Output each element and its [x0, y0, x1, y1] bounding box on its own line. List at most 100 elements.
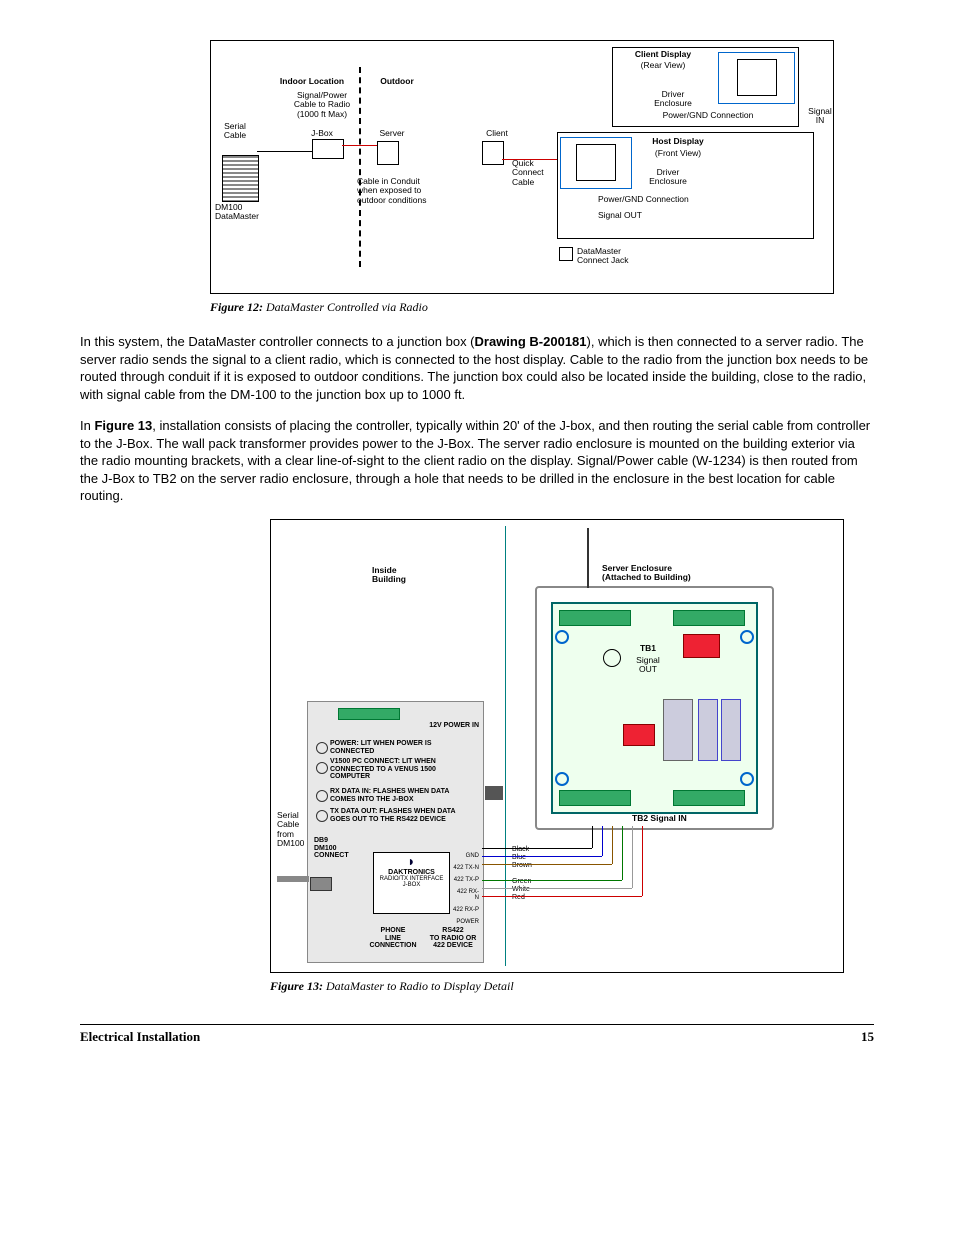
host-display-front: (Front View)	[638, 149, 718, 158]
wire-gnd: GND	[466, 853, 479, 859]
paragraph-2: In Figure 13, installation consists of p…	[80, 417, 874, 505]
daktronics-name: DAKTRONICS	[374, 869, 449, 876]
led-tx-label: TX DATA OUT: FLASHES WHEN DATA GOES OUT …	[330, 808, 475, 823]
rs422-label: RS422 TO RADIO OR 422 DEVICE	[423, 927, 483, 950]
host-driver-enclosure-label: Driver Enclosure	[638, 168, 698, 187]
client-display-rear: (Rear View)	[623, 61, 703, 70]
chip-blue-2	[721, 699, 741, 761]
figure-12-caption: Figure 12: DataMaster Controlled via Rad…	[210, 300, 834, 315]
client-power-gnd-label: Power/GND Connection	[623, 111, 793, 120]
server-label: Server	[372, 129, 412, 138]
line-jbox-server	[342, 145, 377, 146]
page-footer: Electrical Installation 15	[80, 1029, 874, 1045]
tb1-srv-label: TB1	[623, 644, 673, 653]
hole-1	[555, 630, 569, 644]
hole-4	[740, 772, 754, 786]
led-tx-icon	[316, 810, 328, 822]
wire-422rxp: 422 RX-P	[453, 907, 479, 913]
signal-out-srv-label: Signal OUT	[623, 656, 673, 675]
client-driver-enclosure-box	[718, 52, 795, 104]
tb-bottom-left	[559, 790, 631, 806]
jbox-label: J-Box	[307, 129, 337, 138]
wire-line-4	[482, 880, 622, 881]
dm100-device-icon	[222, 155, 259, 202]
chip-red-2	[623, 724, 655, 746]
host-display-title: Host Display	[638, 137, 718, 146]
db9-label: DB9 DM100 CONNECT	[314, 837, 374, 860]
signal-in-label: Signal IN	[800, 107, 840, 126]
hole-3	[555, 772, 569, 786]
wire-422txp: 422 TX-P	[454, 877, 479, 883]
jbox-small-label: J-BOX	[374, 882, 449, 888]
server-enclosure-label: Server Enclosure (Attached to Building)	[602, 564, 752, 583]
figure-13-caption: Figure 13: DataMaster to Radio to Displa…	[270, 979, 844, 994]
building-divider	[505, 526, 506, 966]
wire-line-2	[482, 856, 602, 857]
circuit-board: TB1 Signal OUT	[551, 602, 758, 814]
jbox-icon	[312, 139, 344, 159]
figure-12-box: Indoor Location Outdoor Signal/Power Cab…	[210, 40, 834, 294]
footer-page-number: 15	[861, 1029, 874, 1045]
led-rx-label: RX DATA IN: FLASHES WHEN DATA COMES INTO…	[330, 788, 475, 803]
client-display-title: Client Display	[623, 50, 703, 59]
server-icon	[377, 141, 399, 165]
paragraph-1: In this system, the DataMaster controlle…	[80, 333, 874, 403]
tb-top-right	[673, 610, 745, 626]
antenna-icon	[587, 528, 589, 588]
tb2-signal-in-label: TB2 Signal IN	[632, 814, 752, 823]
wire-422txn: 422 TX-N	[453, 865, 479, 871]
footer-divider	[80, 1024, 874, 1025]
server-enclosure-box: TB1 Signal OUT	[535, 586, 774, 830]
host-driver-inner	[576, 144, 616, 181]
daktronics-logo-icon: ◗	[374, 853, 449, 869]
figure-13-caption-label: Figure 13:	[270, 979, 323, 993]
power-in-label: 12V POWER IN	[399, 722, 479, 730]
p2-text-b: , installation consists of placing the c…	[80, 418, 870, 503]
riser-4	[622, 826, 623, 880]
wire-power: POWER	[456, 919, 479, 925]
riser-5	[632, 826, 633, 888]
dm100-label: DM100 DataMaster	[215, 203, 275, 222]
p2-figure-ref: Figure 13	[94, 418, 152, 433]
led-power-icon	[316, 742, 328, 754]
host-power-gnd-label: Power/GND Connection	[598, 195, 798, 204]
p2-text-a: In	[80, 418, 94, 433]
serial-cable-from-dm100-label: Serial Cable from DM100	[277, 811, 307, 848]
led-v1500-icon	[316, 762, 328, 774]
client-driver-enclosure-label: Driver Enclosure	[643, 90, 703, 109]
client-display-box: Client Display (Rear View) Driver Enclos…	[612, 47, 799, 127]
p1-drawing-ref: Drawing B-200181	[475, 334, 587, 349]
client-driver-inner	[737, 59, 777, 96]
host-display-box: Host Display (Front View) Driver Enclosu…	[557, 132, 814, 239]
signal-power-cable-label: Signal/Power Cable to Radio (1000 ft Max…	[277, 91, 367, 119]
serial-cable-icon	[277, 876, 309, 882]
outdoor-label: Outdoor	[367, 77, 427, 86]
tb-bottom-right	[673, 790, 745, 806]
daktronics-block: ◗ DAKTRONICS RADIO/TX INTERFACE J-BOX	[373, 852, 450, 914]
dm-connect-jack-label: DataMaster Connect Jack	[577, 247, 667, 266]
knob-icon	[603, 649, 621, 667]
side-wire-labels: GND 422 TX-N 422 TX-P 422 RX-N 422 RX-P …	[453, 847, 479, 925]
led-power-label: POWER: LIT WHEN POWER IS CONNECTED	[330, 740, 475, 755]
line-serial	[257, 151, 312, 152]
indoor-location-label: Indoor Location	[267, 77, 357, 86]
figure-12-caption-label: Figure 12:	[210, 300, 263, 314]
led-v1500-label: V1500 PC CONNECT: LIT WHEN CONNECTED TO …	[330, 758, 475, 781]
riser-3	[612, 826, 613, 864]
host-signal-out-label: Signal OUT	[598, 211, 798, 220]
wire-line-3	[482, 864, 612, 865]
tb-top-left	[559, 610, 631, 626]
wire-422rxn: 422 RX-N	[457, 889, 479, 901]
chip-blue-1	[698, 699, 718, 761]
client-icon	[482, 141, 504, 165]
footer-section-title: Electrical Installation	[80, 1029, 200, 1045]
figure-13-box: Inside Building Server Enclosure (Attach…	[270, 519, 844, 973]
inside-building-label: Inside Building	[372, 566, 442, 585]
serial-cable-label: Serial Cable	[217, 122, 253, 141]
dm-connect-jack-icon	[559, 247, 573, 261]
riser-6	[642, 826, 643, 896]
wire-line-1	[482, 848, 592, 849]
power-plug-icon	[485, 786, 503, 800]
wire-line-6	[482, 896, 642, 897]
quick-connect-label: Quick Connect Cable	[512, 159, 562, 187]
